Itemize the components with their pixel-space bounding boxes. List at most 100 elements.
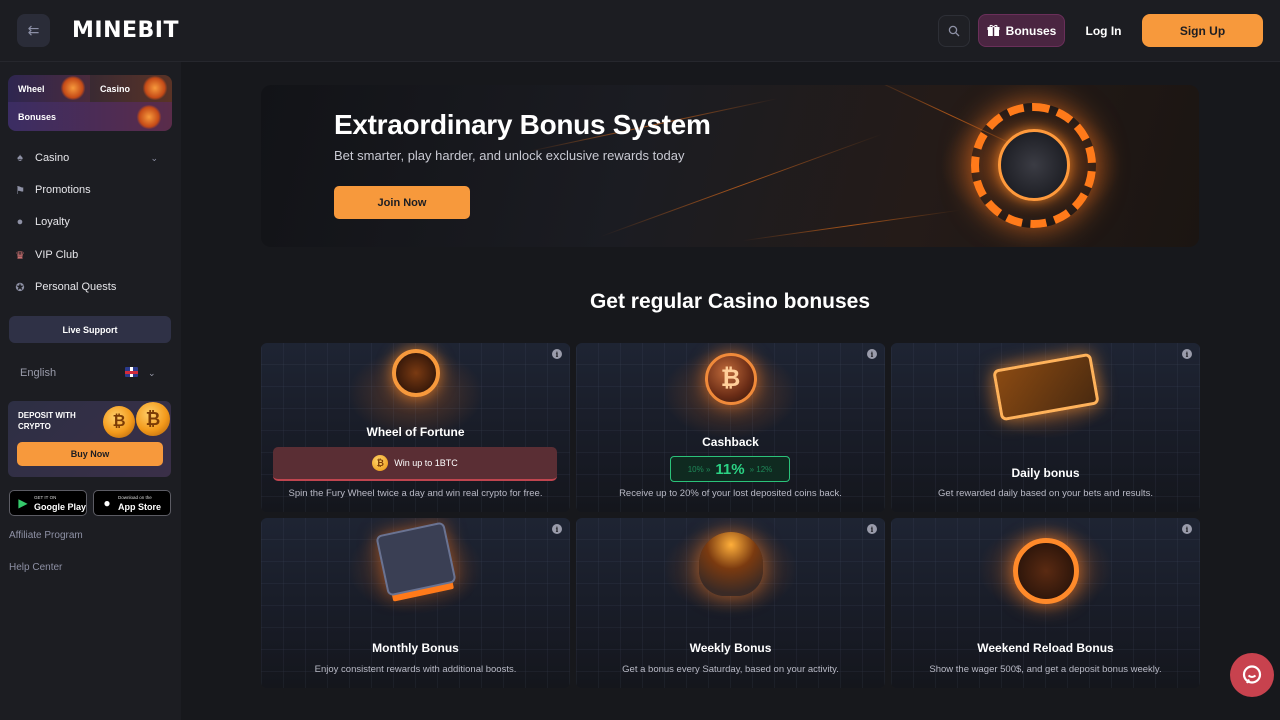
cashback-high: » 12% — [749, 464, 773, 474]
hero-title: Extraordinary Bonus System — [334, 109, 711, 140]
sidebar-item-promotions[interactable]: ⚑ Promotions — [14, 178, 164, 202]
deposit-crypto-card: DEPOSIT WITH CRYPTO ₿ ₿ Buy Now — [8, 401, 171, 477]
card-title: Wheel of Fortune — [366, 425, 465, 439]
sidebar-item-vip-club[interactable]: ♛ VIP Club — [14, 243, 164, 267]
apple-icon: ● — [103, 496, 111, 510]
gift-icon — [987, 24, 1000, 36]
tile-wheel-label: Wheel — [18, 83, 45, 94]
crown-icon: ♛ — [15, 249, 25, 262]
tile-casino[interactable]: Casino — [90, 75, 172, 102]
language-selector[interactable]: English ⌄ — [20, 362, 160, 384]
card-title: Weekly Bonus — [689, 641, 772, 655]
sidebar-item-personal-quests[interactable]: ✪ Personal Quests — [14, 275, 164, 299]
join-now-button[interactable]: Join Now — [334, 186, 470, 219]
sidebar-item-label: Casino — [35, 152, 70, 164]
top-header: ⇇ MINEBIT Bonuses Log In Sign Up — [0, 0, 1280, 62]
bonuses-button[interactable]: Bonuses — [978, 14, 1065, 47]
gift-thumbnail-icon — [136, 105, 162, 129]
info-icon[interactable]: i — [1182, 349, 1192, 359]
deposit-title: DEPOSIT WITH CRYPTO — [18, 411, 76, 431]
card-description: Enjoy consistent rewards with additional… — [314, 664, 517, 675]
language-label: English — [20, 367, 57, 379]
bitcoin-coin-icon: ₿ — [136, 402, 170, 436]
circuit-line — [742, 209, 960, 242]
chevron-down-icon: ⌄ — [148, 367, 156, 378]
win-up-to-label: Win up to 1BTC — [394, 458, 458, 468]
bonuses-label: Bonuses — [1005, 23, 1057, 38]
cashback-current: 11% — [715, 460, 745, 478]
win-up-to-badge: ₿ Win up to 1BTC — [273, 447, 557, 481]
hero-subtitle: Bet smarter, play harder, and unlock exc… — [334, 148, 685, 163]
bonus-card-monthly[interactable]: i Monthly Bonus Enjoy consistent rewards… — [261, 518, 570, 688]
card-description: Get a bonus every Saturday, based on you… — [622, 664, 839, 675]
app-store-label: App Store — [118, 502, 162, 512]
card-description: Show the wager 500$, and get a deposit b… — [929, 664, 1162, 675]
info-icon[interactable]: i — [867, 524, 877, 534]
card-title: Monthly Bonus — [372, 641, 459, 655]
wheel-thumbnail-icon — [60, 76, 86, 100]
collapse-sidebar-button[interactable]: ⇇ — [17, 14, 50, 47]
info-icon[interactable]: i — [867, 349, 877, 359]
stopwatch-image — [1012, 538, 1079, 604]
flag-icon: ⚑ — [15, 184, 25, 197]
sidebar-item-casino[interactable]: ♠ Casino ⌄ — [14, 146, 164, 170]
gear-core-image — [998, 129, 1070, 201]
signup-button[interactable]: Sign Up — [1142, 14, 1263, 47]
info-icon[interactable]: i — [552, 349, 562, 359]
card-title: Weekend Reload Bonus — [977, 641, 1114, 655]
live-chat-button[interactable] — [1230, 653, 1274, 697]
app-store-button[interactable]: ● Download on the App Store — [93, 490, 171, 516]
quest-icon: ✪ — [15, 281, 25, 294]
bonus-card-cashback[interactable]: ₿ i Cashback 10% » 11% » 12% Receive up … — [576, 343, 885, 512]
info-icon[interactable]: i — [1182, 524, 1192, 534]
info-icon[interactable]: i — [552, 524, 562, 534]
spade-icon: ♠ — [17, 152, 23, 164]
collapse-arrow-icon: ⇇ — [27, 22, 40, 38]
bitcoin-coin-icon: ₿ — [372, 455, 389, 471]
chat-bubble-icon — [1242, 665, 1262, 684]
bitcoin-coin-icon: ₿ — [103, 406, 135, 438]
google-play-button[interactable]: ▶ GET IT ON Google Play — [9, 490, 87, 516]
buy-now-button[interactable]: Buy Now — [17, 442, 163, 466]
cashback-low: 10% » — [687, 464, 711, 474]
app-store-small: Download on the — [118, 495, 152, 500]
bonus-card-weekly[interactable]: i Weekly Bonus Get a bonus every Saturda… — [576, 518, 885, 688]
search-icon — [948, 25, 960, 37]
tile-wheel[interactable]: Wheel — [8, 75, 90, 102]
hero-banner: Extraordinary Bonus System Bet smarter, … — [261, 85, 1199, 247]
affiliate-program-link[interactable]: Affiliate Program — [9, 530, 83, 541]
sidebar-item-loyalty[interactable]: ● Loyalty — [14, 210, 164, 234]
help-center-link[interactable]: Help Center — [9, 562, 62, 573]
card-description: Receive up to 20% of your lost deposited… — [619, 488, 842, 499]
casino-thumbnail-icon — [142, 76, 168, 100]
login-button[interactable]: Log In — [1075, 14, 1132, 47]
card-title: Daily bonus — [1011, 466, 1080, 480]
cashback-rate-badge: 10% » 11% » 12% — [670, 456, 790, 482]
sidebar-item-label: Loyalty — [35, 216, 70, 228]
bitcoin-coin-image: ₿ — [704, 353, 757, 405]
card-title: Cashback — [702, 435, 759, 449]
tile-bonuses-label: Bonuses — [18, 111, 57, 122]
google-play-label: Google Play — [34, 502, 87, 512]
live-support-button[interactable]: Live Support — [9, 316, 171, 343]
google-play-small: GET IT ON — [34, 495, 57, 500]
bonus-card-wheel-of-fortune[interactable]: i Wheel of Fortune ₿ Win up to 1BTC Spin… — [261, 343, 570, 512]
chevron-down-icon: ⌄ — [150, 152, 158, 163]
card-description: Get rewarded daily based on your bets an… — [938, 488, 1153, 499]
sidebar-item-label: Personal Quests — [35, 281, 117, 293]
section-title: Get regular Casino bonuses — [589, 290, 871, 313]
bonus-card-daily[interactable]: i Daily bonus Get rewarded daily based o… — [891, 343, 1200, 512]
tile-bonuses[interactable]: Bonuses — [8, 102, 172, 131]
card-description: Spin the Fury Wheel twice a day and win … — [288, 488, 543, 499]
google-play-icon: ▶ — [18, 496, 28, 510]
search-button[interactable] — [938, 15, 970, 47]
minebit-logo[interactable]: MINEBIT — [72, 18, 179, 43]
tile-casino-label: Casino — [100, 83, 131, 94]
sidebar-item-label: Promotions — [35, 184, 91, 196]
quick-tiles: Wheel Casino Bonuses — [8, 75, 172, 131]
medal-icon: ● — [16, 216, 24, 228]
sidebar: Wheel Casino Bonuses ♠ Casino ⌄ ⚑ Promot… — [0, 62, 181, 720]
bonus-card-weekend-reload[interactable]: i Weekend Reload Bonus Show the wager 50… — [891, 518, 1200, 688]
coin-bag-image — [698, 532, 763, 596]
fortune-wheel-image — [391, 349, 440, 397]
